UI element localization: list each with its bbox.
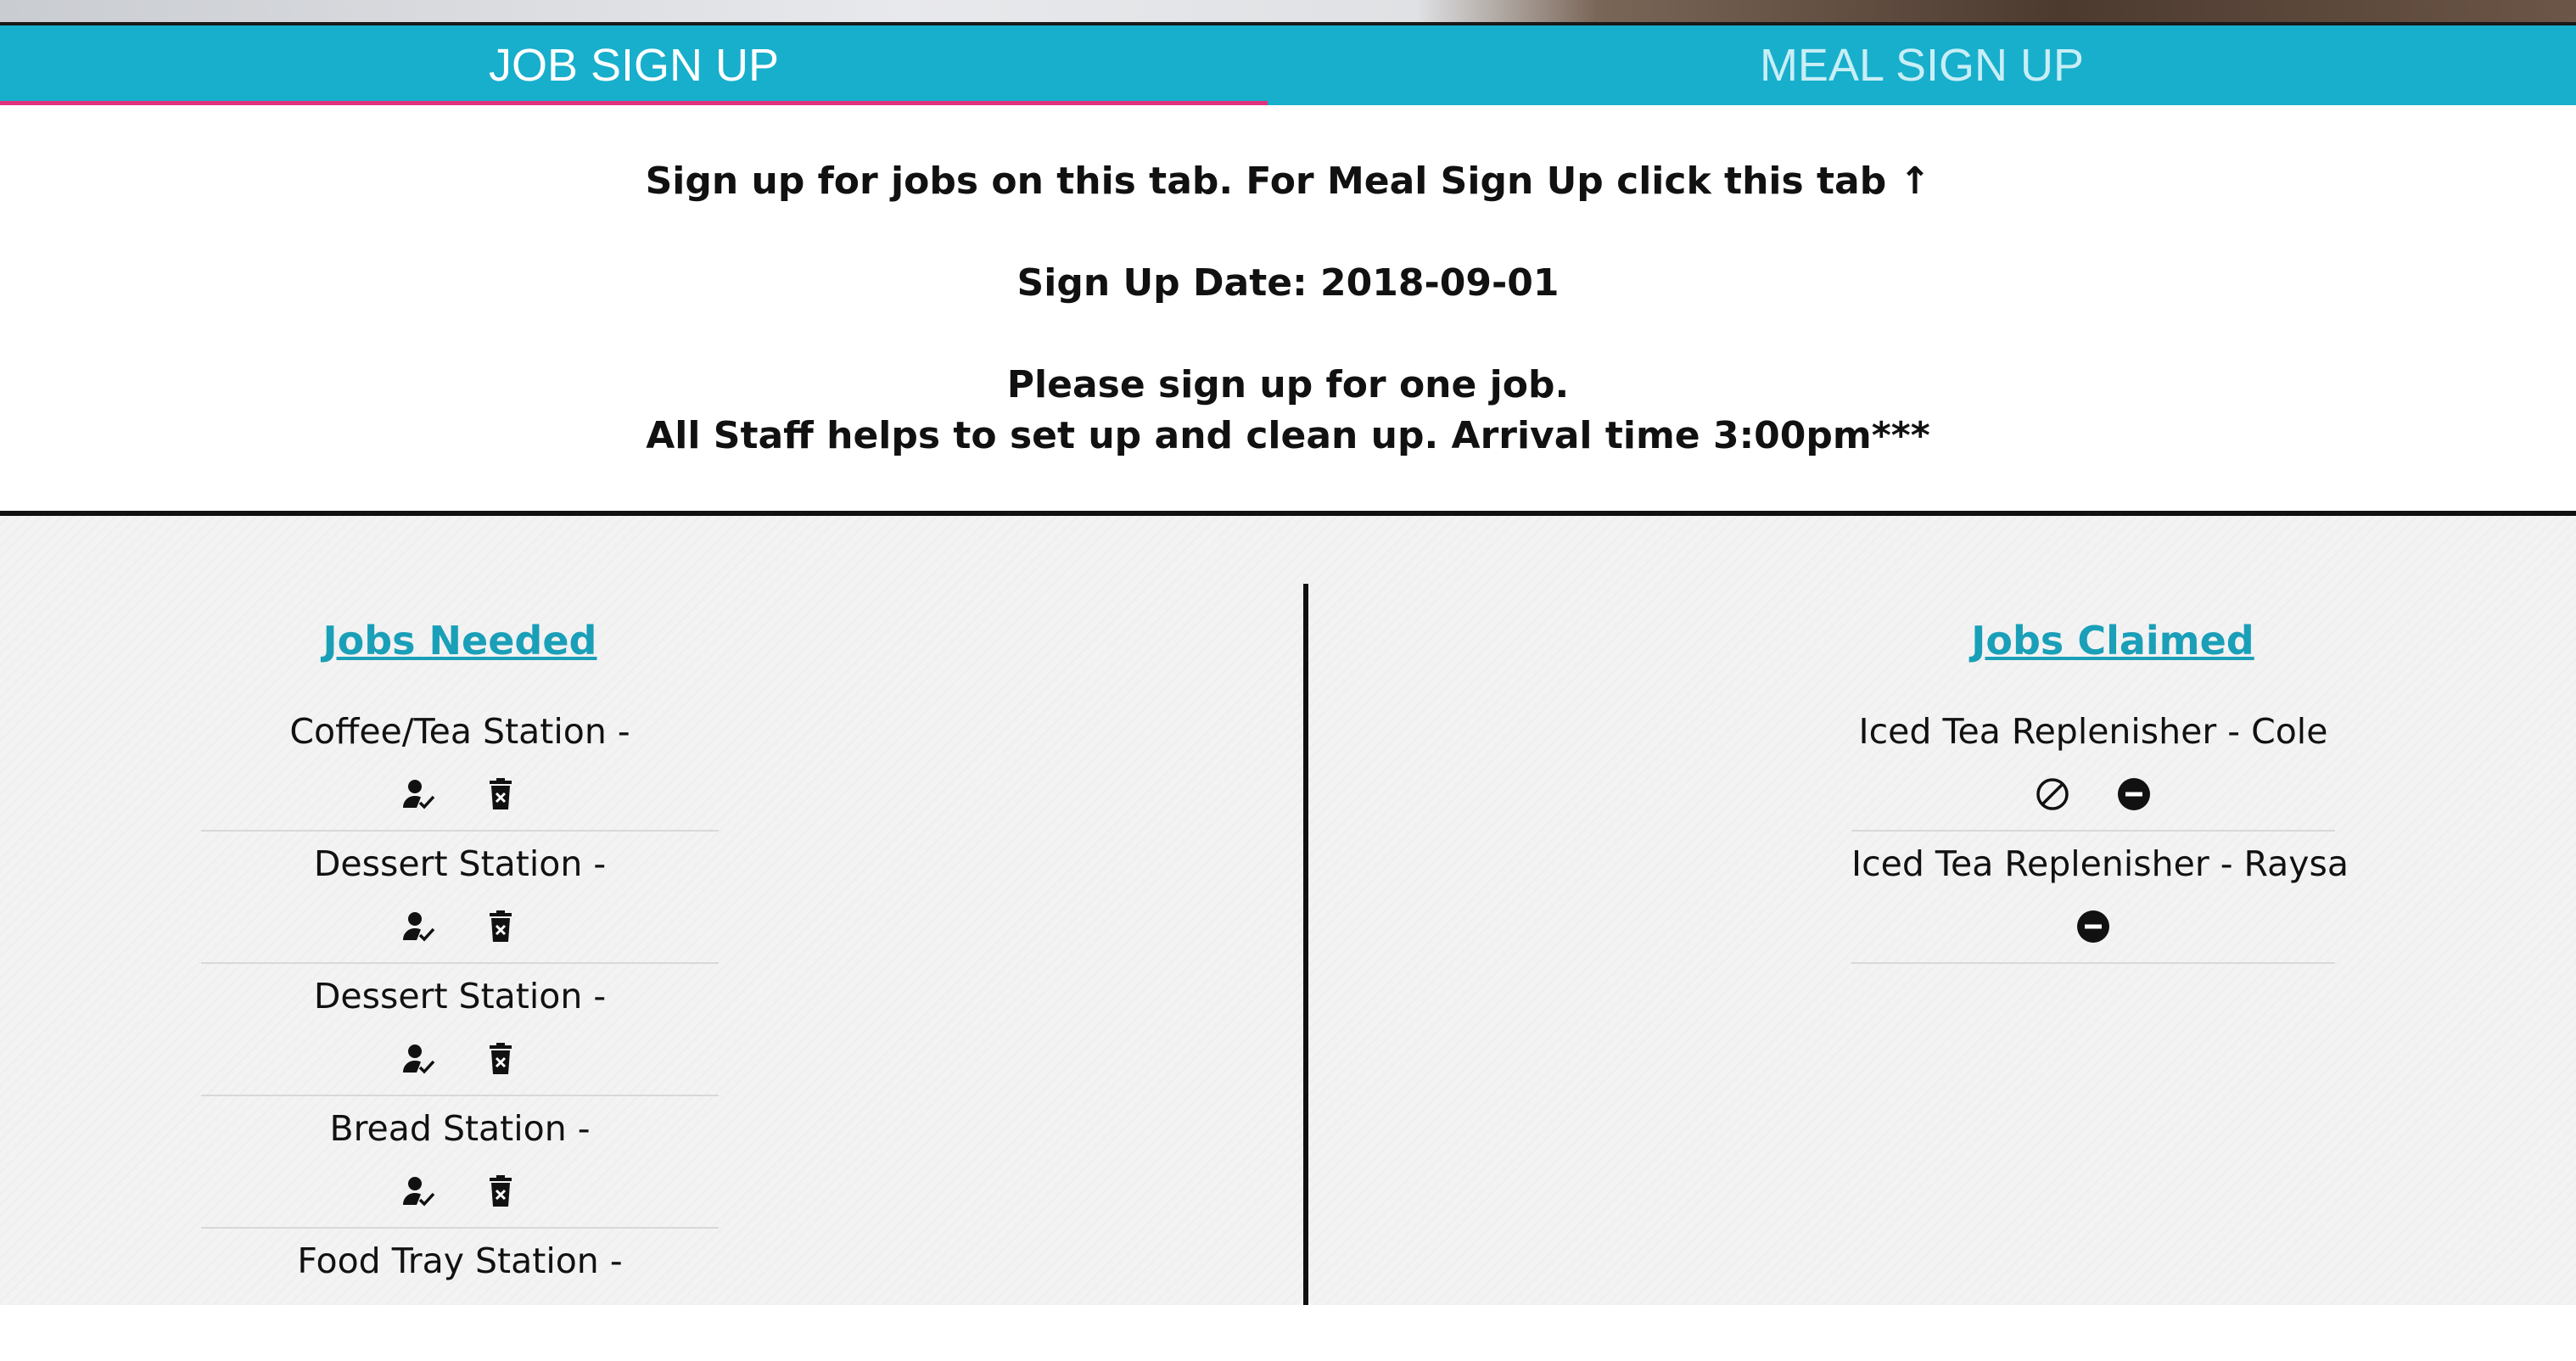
- job-needed-row: Dessert Station -: [201, 964, 719, 1096]
- job-actions: [201, 776, 719, 813]
- delete-trash-icon[interactable]: [482, 1173, 519, 1210]
- tab-job-sign-up[interactable]: JOB SIGN UP: [0, 25, 1268, 105]
- job-needed-row: Coffee/Tea Station -: [201, 699, 719, 832]
- remove-circle-icon[interactable]: [2075, 908, 2112, 945]
- claim-person-icon[interactable]: [400, 1173, 438, 1210]
- claim-person-icon[interactable]: [400, 1040, 438, 1078]
- column-divider: [1303, 584, 1308, 1305]
- job-needed-row: Dessert Station -: [201, 832, 719, 964]
- job-needed-row: Food Tray Station -: [201, 1229, 719, 1361]
- intro-arrival-note: All Staff helps to set up and clean up. …: [646, 414, 1930, 457]
- jobs-claimed-list: Iced Tea Replenisher - Cole Iced Tea Repl…: [1851, 699, 2349, 964]
- job-actions: [201, 1173, 719, 1210]
- job-needed-row: Bread Station -: [201, 1096, 719, 1229]
- jobs-needed-list: Coffee/Tea Station - Dessert Station - Des…: [201, 699, 719, 1361]
- jobs-panel: Jobs Needed Coffee/Tea Station - Dessert …: [0, 516, 2576, 1305]
- block-icon[interactable]: [2034, 776, 2071, 813]
- job-claimed-row: Iced Tea Replenisher - Raysa: [1851, 832, 2349, 964]
- claim-person-icon[interactable]: [400, 776, 438, 813]
- job-name: Coffee/Tea Station -: [289, 711, 630, 752]
- job-name: Dessert Station -: [313, 843, 607, 884]
- delete-trash-icon[interactable]: [482, 908, 519, 945]
- job-actions: [1851, 776, 2335, 813]
- job-name: Dessert Station -: [313, 976, 607, 1017]
- intro-section: Sign up for jobs on this tab. For Meal S…: [0, 105, 2576, 512]
- claim-person-icon[interactable]: [400, 908, 438, 945]
- tab-meal-sign-up[interactable]: MEAL SIGN UP: [1268, 25, 2576, 105]
- remove-circle-icon[interactable]: [2115, 776, 2153, 813]
- intro-note: Please sign up for one job.: [1006, 363, 1570, 406]
- tab-bar: JOB SIGN UP MEAL SIGN UP: [0, 25, 2576, 105]
- intro-instruction: Sign up for jobs on this tab. For Meal S…: [645, 160, 1931, 203]
- delete-trash-icon[interactable]: [482, 1040, 519, 1078]
- jobs-claimed-title[interactable]: Jobs Claimed: [1816, 618, 2410, 664]
- header-banner-image: [0, 0, 2576, 25]
- job-actions: [1851, 908, 2335, 945]
- job-actions: [201, 1040, 719, 1078]
- job-name: Bread Station -: [329, 1108, 591, 1149]
- jobs-needed-title[interactable]: Jobs Needed: [163, 618, 757, 664]
- job-name: Iced Tea Replenisher - Raysa: [1851, 843, 2349, 884]
- job-name: Iced Tea Replenisher - Cole: [1858, 711, 2328, 752]
- job-name: Food Tray Station -: [297, 1241, 623, 1281]
- job-actions: [201, 908, 719, 945]
- sign-up-date: Sign Up Date: 2018-09-01: [1016, 261, 1560, 305]
- job-claimed-row: Iced Tea Replenisher - Cole: [1851, 699, 2335, 832]
- delete-trash-icon[interactable]: [482, 776, 519, 813]
